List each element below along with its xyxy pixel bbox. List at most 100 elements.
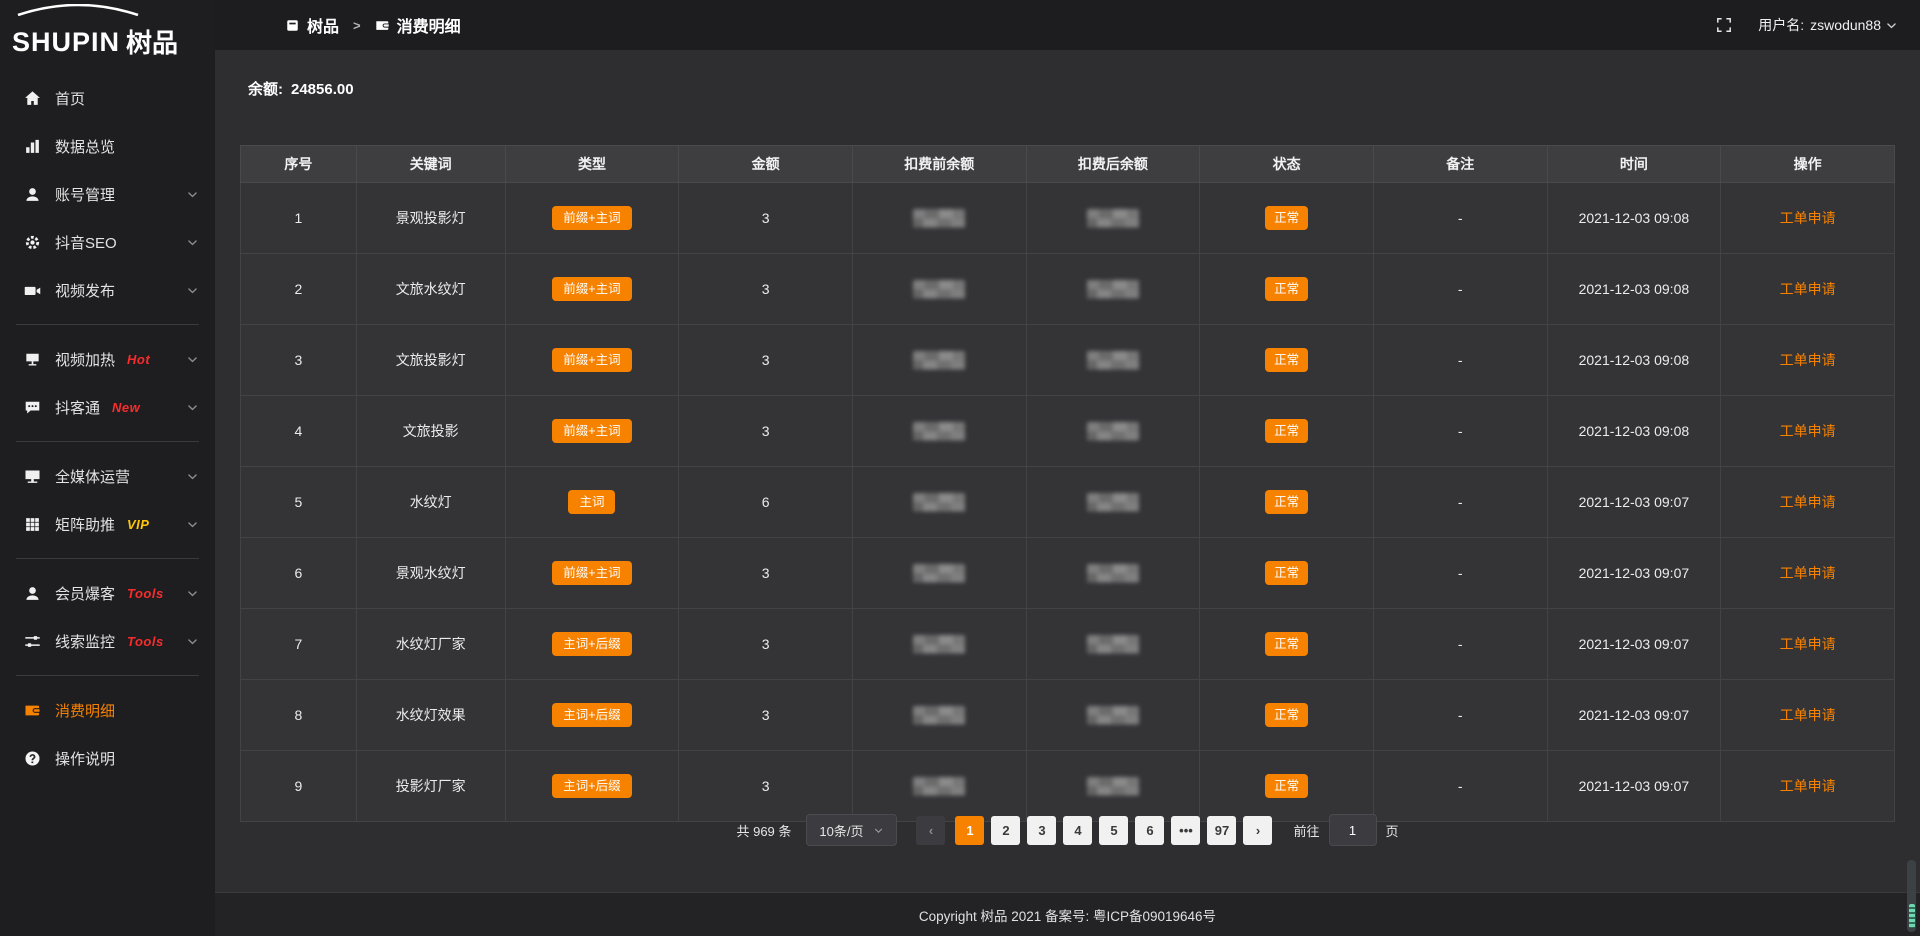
sidebar-item-douketong[interactable]: 抖客通New [0, 383, 215, 431]
action-cell: 工单申请 [1721, 254, 1895, 325]
work-order-link[interactable]: 工单申请 [1780, 423, 1836, 439]
row-index: 7 [294, 636, 302, 652]
status-cell: 正常 [1200, 751, 1374, 822]
remark-text: - [1458, 210, 1463, 226]
sidebar-item-label: 矩阵助推 [55, 514, 115, 535]
sidebar-item-all-media-operation[interactable]: 全媒体运营 [0, 452, 215, 500]
row-index: 6 [294, 565, 302, 581]
work-order-link[interactable]: 工单申请 [1780, 494, 1836, 510]
bar-chart-icon [24, 138, 41, 155]
amount-cell: 3 [679, 325, 853, 396]
wallet-icon [24, 702, 41, 719]
keyword-cell: 景观投影灯 [356, 183, 505, 254]
sidebar-item-label: 抖客通 [55, 397, 100, 418]
sidebar-item-home[interactable]: 首页 [0, 74, 215, 122]
redacted-balance-after [1087, 777, 1139, 796]
remark-cell: - [1373, 254, 1547, 325]
work-order-link[interactable]: 工单申请 [1780, 636, 1836, 652]
next-page-button[interactable]: › [1243, 816, 1272, 845]
amount-text: 3 [762, 210, 770, 226]
home-icon [24, 90, 41, 107]
index-cell: 8 [241, 680, 357, 751]
type-badge: 前缀+主词 [552, 348, 631, 373]
status-cell: 正常 [1200, 325, 1374, 396]
pre-cell [852, 183, 1026, 254]
page-ellipsis-button[interactable]: ••• [1171, 816, 1200, 845]
time-cell: 2021-12-03 09:07 [1547, 751, 1721, 822]
post-cell [1026, 396, 1200, 467]
keyword-cell: 水纹灯厂家 [356, 609, 505, 680]
sidebar-item-matrix-boost[interactable]: 矩阵助推VIP [0, 500, 215, 548]
amount-text: 3 [762, 636, 770, 652]
work-order-link[interactable]: 工单申请 [1780, 281, 1836, 297]
table-row: 4文旅投影前缀+主词3正常-2021-12-03 09:08工单申请 [241, 396, 1895, 467]
page-button-1[interactable]: 1 [955, 816, 984, 845]
app-mini-icon [285, 18, 300, 33]
breadcrumb-root[interactable]: 树品 [307, 13, 339, 37]
work-order-link[interactable]: 工单申请 [1780, 707, 1836, 723]
chevron-down-icon [186, 236, 199, 249]
fullscreen-icon[interactable] [1716, 17, 1732, 33]
sidebar-item-operation-guide[interactable]: 操作说明 [0, 734, 215, 782]
work-order-link[interactable]: 工单申请 [1780, 352, 1836, 368]
page-button-6[interactable]: 6 [1135, 816, 1164, 845]
sidebar-item-account-management[interactable]: 账号管理 [0, 170, 215, 218]
remark-text: - [1458, 778, 1463, 794]
column-header-9: 操作 [1721, 146, 1895, 183]
time-cell: 2021-12-03 09:08 [1547, 254, 1721, 325]
action-cell: 工单申请 [1721, 396, 1895, 467]
balance-label: 余额: [248, 81, 283, 98]
status-badge: 正常 [1265, 490, 1308, 515]
goto-label: 前往 [1293, 821, 1319, 840]
page-button-3[interactable]: 3 [1027, 816, 1056, 845]
chevron-down-icon [186, 401, 199, 414]
keyword-cell: 投影灯厂家 [356, 751, 505, 822]
sidebar-item-video-heat[interactable]: 视频加热Hot [0, 335, 215, 383]
table-row: 1景观投影灯前缀+主词3正常-2021-12-03 09:08工单申请 [241, 183, 1895, 254]
chevron-down-icon [186, 635, 199, 648]
keyword-cell: 水纹灯效果 [356, 680, 505, 751]
chevron-down-icon[interactable] [1885, 19, 1898, 32]
work-order-link[interactable]: 工单申请 [1780, 210, 1836, 226]
chevron-down-icon [873, 825, 884, 836]
action-cell: 工单申请 [1721, 538, 1895, 609]
page-button-5[interactable]: 5 [1099, 816, 1128, 845]
sidebar-item-clue-monitor[interactable]: 线索监控Tools [0, 617, 215, 665]
page-size-select[interactable]: 10条/页 [806, 814, 897, 846]
work-order-link[interactable]: 工单申请 [1780, 778, 1836, 794]
page-button-97[interactable]: 97 [1207, 816, 1236, 845]
type-badge: 主词+后缀 [552, 774, 631, 799]
chat-bubble-icon [24, 399, 41, 416]
time-text: 2021-12-03 09:07 [1579, 778, 1690, 794]
keyword-cell: 文旅水纹灯 [356, 254, 505, 325]
breadcrumb-separator: > [353, 18, 361, 33]
status-badge: 正常 [1265, 632, 1308, 657]
index-cell: 6 [241, 538, 357, 609]
amount-cell: 3 [679, 183, 853, 254]
time-cell: 2021-12-03 09:07 [1547, 609, 1721, 680]
goto-suffix: 页 [1386, 821, 1399, 840]
footer: Copyright 树品 2021 备案号: 粤ICP备09019646号 [215, 892, 1920, 936]
redacted-balance-after [1087, 280, 1139, 299]
page-button-4[interactable]: 4 [1063, 816, 1092, 845]
scrollbar[interactable] [1907, 860, 1916, 932]
work-order-link[interactable]: 工单申请 [1780, 565, 1836, 581]
pre-cell [852, 538, 1026, 609]
page-button-2[interactable]: 2 [991, 816, 1020, 845]
time-text: 2021-12-03 09:08 [1579, 423, 1690, 439]
sidebar-item-douyin-seo[interactable]: 抖音SEO [0, 218, 215, 266]
main-content: 余额:24856.00 序号关键词类型金额扣费前余额扣费后余额状态备注时间操作 … [215, 50, 1920, 893]
username-value[interactable]: zswodun88 [1810, 17, 1881, 33]
sidebar-item-video-publish[interactable]: 视频发布 [0, 266, 215, 314]
remark-text: - [1458, 636, 1463, 652]
goto-page-input[interactable] [1329, 814, 1377, 846]
table-row: 3文旅投影灯前缀+主词3正常-2021-12-03 09:08工单申请 [241, 325, 1895, 396]
prev-page-button[interactable]: ‹ [916, 816, 945, 845]
sidebar-item-member-baoke[interactable]: 会员爆客Tools [0, 569, 215, 617]
sidebar-item-consumption-detail[interactable]: 消费明细 [0, 686, 215, 734]
table-row: 5水纹灯主词6正常-2021-12-03 09:07工单申请 [241, 467, 1895, 538]
time-text: 2021-12-03 09:07 [1579, 707, 1690, 723]
chevron-down-icon [186, 188, 199, 201]
amount-text: 3 [762, 565, 770, 581]
sidebar-item-data-overview[interactable]: 数据总览 [0, 122, 215, 170]
